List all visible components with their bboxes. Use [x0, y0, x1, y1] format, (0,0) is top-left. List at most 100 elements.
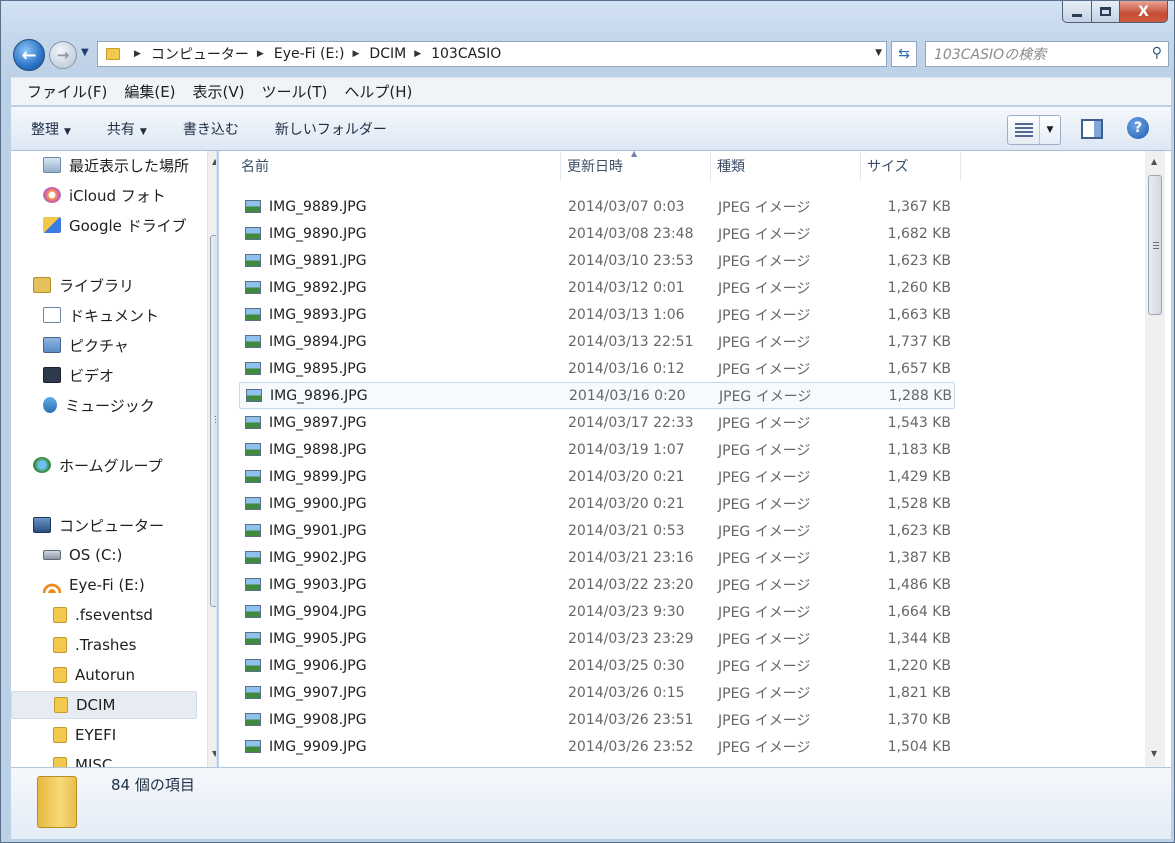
file-size: 1,623 KB [887, 252, 951, 269]
sidebar-item-recent-places[interactable]: 最近表示した場所 [43, 151, 189, 179]
sidebar-item-pictures[interactable]: ピクチャ [43, 331, 129, 359]
menu-edit[interactable]: 編集(E) [124, 81, 175, 102]
chevron-down-icon[interactable]: ▼ [1040, 125, 1060, 135]
address-bar[interactable]: ▶ コンピューター ▶ Eye-Fi (E:) ▶ DCIM ▶ 103CASI… [97, 41, 887, 67]
file-date: 2014/03/16 0:20 [569, 387, 686, 404]
sidebar-item-label: ミュージック [65, 396, 155, 415]
image-file-icon [245, 713, 261, 726]
file-name: IMG_9894.JPG [269, 333, 367, 350]
sidebar-item-icloud-photos[interactable]: iCloud フォト [43, 181, 166, 209]
file-row[interactable]: IMG_9889.JPG 2014/03/07 0:03 JPEG イメージ 1,36… [239, 193, 955, 220]
burn-button[interactable]: 書き込む [183, 119, 239, 139]
file-row[interactable]: IMG_9890.JPG 2014/03/08 23:48 JPEG イメージ 1,6… [239, 220, 955, 247]
sidebar-item-google-drive[interactable]: Google ドライブ [43, 211, 187, 239]
file-row[interactable]: IMG_9907.JPG 2014/03/26 0:15 JPEG イメージ 1,82… [239, 679, 955, 706]
file-row[interactable]: IMG_9896.JPG 2014/03/16 0:20 JPEG イメージ 1,28… [239, 382, 955, 409]
recent-places-icon [43, 157, 61, 173]
sidebar-item-homegroup[interactable]: ホームグループ [33, 451, 163, 479]
file-size: 1,664 KB [887, 603, 951, 620]
menu-file[interactable]: ファイル(F) [27, 81, 107, 102]
sidebar-item-trashes[interactable]: .Trashes [53, 631, 136, 659]
minimize-button[interactable] [1062, 1, 1092, 23]
sort-ascending-icon: ▲ [631, 149, 638, 158]
sidebar-item-autorun[interactable]: Autorun [53, 661, 135, 689]
breadcrumb-separator-icon[interactable]: ▶ [414, 49, 421, 59]
navigation-scrollbar[interactable]: ▲ ▼ [207, 151, 216, 767]
file-row[interactable]: IMG_9891.JPG 2014/03/10 23:53 JPEG イメージ 1,6… [239, 247, 955, 274]
file-type: JPEG イメージ [718, 712, 811, 729]
file-row[interactable]: IMG_9908.JPG 2014/03/26 23:51 JPEG イメージ 1,3… [239, 706, 955, 733]
scroll-up-icon[interactable]: ▲ [1151, 157, 1157, 166]
sidebar-item-misc[interactable]: MISC [53, 751, 112, 767]
sidebar-item-dcim[interactable]: DCIM [11, 691, 197, 719]
column-header-name[interactable]: 名前 [235, 151, 561, 181]
scroll-up-icon[interactable]: ▲ [212, 157, 216, 166]
sidebar-item-eyefi[interactable]: EYEFI [53, 721, 116, 749]
breadcrumb-separator-icon[interactable]: ▶ [353, 49, 360, 59]
refresh-icon: ⇆ [898, 46, 910, 62]
image-file-icon [245, 200, 261, 213]
scroll-down-icon[interactable]: ▼ [212, 749, 216, 758]
file-row[interactable]: IMG_9892.JPG 2014/03/12 0:01 JPEG イメージ 1,26… [239, 274, 955, 301]
menu-help[interactable]: ヘルプ(H) [344, 81, 412, 102]
share-button[interactable]: 共有 ▼ [107, 119, 147, 139]
file-date: 2014/03/16 0:12 [568, 360, 685, 377]
column-header-type[interactable]: 種類 [711, 151, 861, 181]
file-row[interactable]: IMG_9905.JPG 2014/03/23 23:29 JPEG イメージ 1,3… [239, 625, 955, 652]
file-row[interactable]: IMG_9901.JPG 2014/03/21 0:53 JPEG イメージ 1,62… [239, 517, 955, 544]
file-row[interactable]: IMG_9904.JPG 2014/03/23 9:30 JPEG イメージ 1,66… [239, 598, 955, 625]
file-row[interactable]: IMG_9895.JPG 2014/03/16 0:12 JPEG イメージ 1,65… [239, 355, 955, 382]
sidebar-item-music[interactable]: ミュージック [43, 391, 155, 419]
preview-pane-toggle-icon[interactable] [1081, 119, 1103, 139]
sidebar-item-eyefi-drive[interactable]: Eye-Fi (E:) [43, 571, 145, 599]
help-button[interactable]: ? [1127, 117, 1149, 139]
address-history-dropdown-icon[interactable]: ▼ [875, 48, 882, 58]
file-row[interactable]: IMG_9909.JPG 2014/03/26 23:52 JPEG イメージ 1,5… [239, 733, 955, 760]
scroll-down-icon[interactable]: ▼ [1151, 749, 1157, 758]
breadcrumb-computer[interactable]: コンピューター [151, 44, 249, 64]
sidebar-item-os-drive[interactable]: OS (C:) [43, 541, 122, 569]
breadcrumb-separator-icon[interactable]: ▶ [134, 49, 141, 59]
recent-pages-dropdown-icon[interactable]: ▼ [81, 47, 89, 58]
sidebar-item-videos[interactable]: ビデオ [43, 361, 114, 389]
breadcrumb-eyefi-drive[interactable]: Eye-Fi (E:) [274, 46, 345, 62]
sidebar-item-documents[interactable]: ドキュメント [43, 301, 159, 329]
breadcrumb-current-folder[interactable]: 103CASIO [431, 46, 501, 62]
file-row[interactable]: IMG_9903.JPG 2014/03/22 23:20 JPEG イメージ 1,4… [239, 571, 955, 598]
search-icon[interactable]: ⚲ [1152, 45, 1162, 61]
back-button[interactable]: ← [13, 39, 45, 71]
menu-view[interactable]: 表示(V) [193, 81, 245, 102]
change-view-button[interactable]: ▼ [1007, 115, 1061, 145]
menu-tools[interactable]: ツール(T) [262, 81, 328, 102]
file-row[interactable]: IMG_9897.JPG 2014/03/17 22:33 JPEG イメージ 1,5… [239, 409, 955, 436]
file-type: JPEG イメージ [718, 334, 811, 351]
scrollbar-thumb[interactable] [1148, 175, 1162, 315]
sidebar-item-computer[interactable]: コンピューター [33, 511, 164, 539]
file-row[interactable]: IMG_9898.JPG 2014/03/19 1:07 JPEG イメージ 1,18… [239, 436, 955, 463]
column-header-size[interactable]: サイズ [861, 151, 961, 181]
new-folder-button[interactable]: 新しいフォルダー [275, 119, 387, 139]
maximize-button[interactable] [1092, 1, 1120, 23]
sidebar-item-fseventsd[interactable]: .fseventsd [53, 601, 153, 629]
close-button[interactable]: X [1120, 1, 1168, 23]
scrollbar-thumb[interactable] [210, 235, 216, 607]
file-row[interactable]: IMG_9899.JPG 2014/03/20 0:21 JPEG イメージ 1,42… [239, 463, 955, 490]
sidebar-item-label: .Trashes [75, 636, 137, 654]
file-row[interactable]: IMG_9893.JPG 2014/03/13 1:06 JPEG イメージ 1,66… [239, 301, 955, 328]
image-file-icon [245, 578, 261, 591]
organize-button[interactable]: 整理 ▼ [31, 119, 71, 139]
refresh-button[interactable]: ⇆ [891, 41, 917, 67]
folder-icon [53, 757, 67, 767]
file-row[interactable]: IMG_9894.JPG 2014/03/13 22:51 JPEG イメージ 1,7… [239, 328, 955, 355]
column-header-date[interactable]: ▲ 更新日時 [561, 149, 711, 181]
file-row[interactable]: IMG_9900.JPG 2014/03/20 0:21 JPEG イメージ 1,52… [239, 490, 955, 517]
file-list-scrollbar[interactable]: ▲ ▼ [1145, 151, 1165, 767]
file-name: IMG_9893.JPG [269, 306, 367, 323]
file-row[interactable]: IMG_9902.JPG 2014/03/21 23:16 JPEG イメージ 1,3… [239, 544, 955, 571]
search-input[interactable]: 103CASIOの検索 ⚲ [925, 41, 1169, 67]
breadcrumb-dcim[interactable]: DCIM [369, 46, 406, 62]
forward-button[interactable]: → [49, 41, 77, 69]
sidebar-item-libraries[interactable]: ライブラリ [33, 271, 134, 299]
breadcrumb-separator-icon[interactable]: ▶ [257, 49, 264, 59]
file-row[interactable]: IMG_9906.JPG 2014/03/25 0:30 JPEG イメージ 1,22… [239, 652, 955, 679]
